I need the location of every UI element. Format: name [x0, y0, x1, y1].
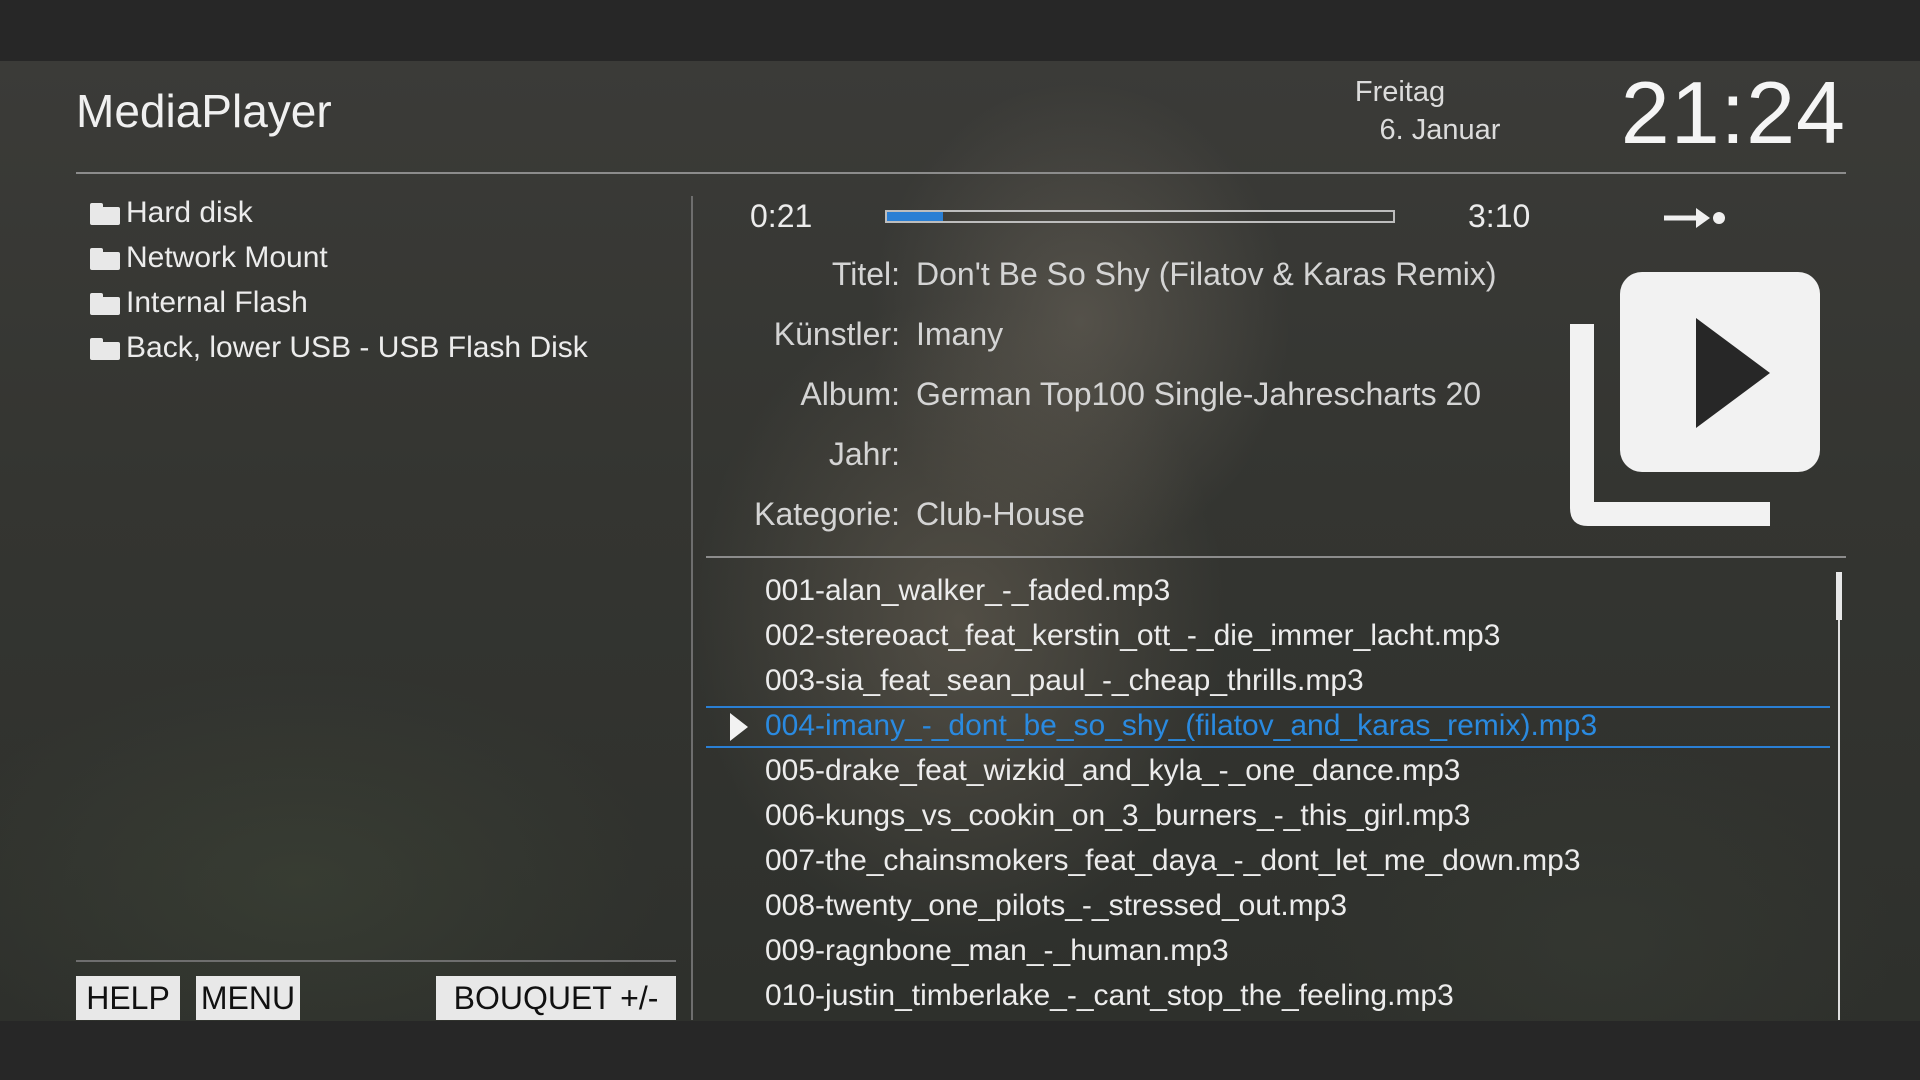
menu-button[interactable]: MENU — [196, 976, 300, 1020]
playlist-item[interactable]: 003-sia_feat_sean_paul_-_cheap_thrills.m… — [765, 664, 1364, 704]
album-label: Album: — [800, 376, 900, 412]
total-time: 3:10 — [1468, 198, 1531, 234]
device-item-hard-disk[interactable]: Hard disk — [90, 196, 253, 236]
header-divider — [76, 172, 1846, 174]
playlist-item[interactable]: 001-alan_walker_-_faded.mp3 — [765, 574, 1170, 614]
now-playing-icon — [730, 713, 748, 741]
genre-label: Kategorie: — [754, 496, 900, 532]
folder-icon — [90, 338, 120, 360]
bouquet-button[interactable]: BOUQUET +/- — [436, 976, 676, 1020]
app-title: MediaPlayer — [76, 85, 332, 137]
playlist-item[interactable]: 002-stereoact_feat_kerstin_ott_-_die_imm… — [765, 619, 1500, 659]
clock: 21:24 — [1620, 63, 1846, 162]
device-label: Internal Flash — [126, 286, 308, 319]
playlist-item[interactable]: 010-justin_timberlake_-_cant_stop_the_fe… — [765, 979, 1454, 1019]
title-label: Titel: — [831, 256, 900, 292]
playlist-scrollbar-thumb[interactable] — [1836, 572, 1842, 620]
device-item-usb-flash-disk[interactable]: Back, lower USB - USB Flash Disk — [90, 331, 588, 371]
device-label: Hard disk — [126, 196, 253, 229]
playlist-item[interactable]: 009-ragnbone_man_-_human.mp3 — [765, 934, 1229, 974]
playlist-divider — [706, 556, 1846, 558]
folder-icon — [90, 203, 120, 225]
device-label: Back, lower USB - USB Flash Disk — [126, 331, 588, 364]
playlist-item[interactable]: 006-kungs_vs_cookin_on_3_burners_-_this_… — [765, 799, 1470, 839]
help-button[interactable]: HELP — [76, 976, 180, 1020]
device-label: Network Mount — [126, 241, 328, 274]
device-item-internal-flash[interactable]: Internal Flash — [90, 286, 308, 326]
playlist-item[interactable]: 005-drake_feat_wizkid_and_kyla_-_one_dan… — [765, 754, 1460, 794]
folder-icon — [90, 293, 120, 315]
title-value: Don't Be So Shy (Filatov & Karas Remix) — [916, 256, 1497, 292]
folder-icon — [90, 248, 120, 270]
playlist-item[interactable]: 008-twenty_one_pilots_-_stressed_out.mp3 — [765, 889, 1347, 929]
progress-fill — [887, 212, 943, 221]
artist-value: Imany — [916, 316, 1004, 352]
repeat-mode-icon — [1664, 208, 1725, 228]
elapsed-time: 0:21 — [750, 198, 813, 234]
weekday: Freitag — [1354, 76, 1446, 108]
video-library-play-icon — [1570, 272, 1820, 526]
album-value: German Top100 Single-Jahrescharts 20 — [916, 376, 1482, 412]
year-label: Jahr: — [828, 436, 900, 472]
device-item-network-mount[interactable]: Network Mount — [90, 241, 328, 281]
date: 6. Januar — [1379, 114, 1501, 146]
genre-value: Club-House — [916, 496, 1085, 532]
playlist-item[interactable]: 007-the_chainsmokers_feat_daya_-_dont_le… — [765, 844, 1581, 884]
artist-label: Künstler: — [773, 316, 900, 352]
left-footer-divider — [76, 960, 676, 962]
progress-bar[interactable] — [885, 210, 1395, 223]
playlist-item-selected[interactable]: 004-imany_-_dont_be_so_shy_(filatov_and_… — [765, 709, 1597, 749]
playlist-scrollbar[interactable] — [1838, 572, 1840, 1020]
